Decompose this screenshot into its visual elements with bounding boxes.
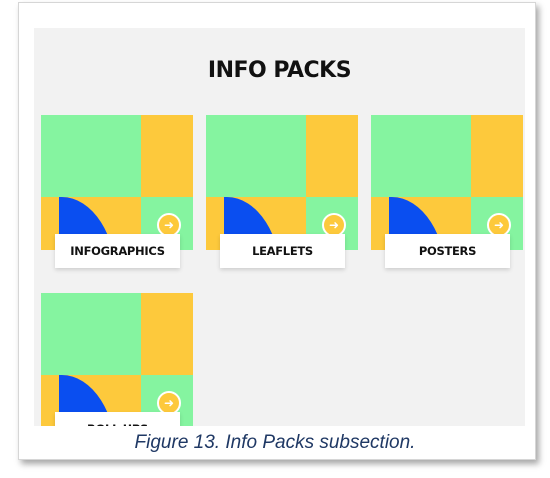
card-thumbnail: ➜ [41, 293, 193, 426]
card-label[interactable]: POSTERS [385, 234, 510, 268]
figure-caption: Figure 13. Info Packs subsection. [134, 432, 416, 453]
card-label[interactable]: ROLL UPS [55, 412, 180, 426]
info-packs-section: INFO PACKS ➜ INFOGRAPHICS ➜ LEAFLETS ➜ P… [34, 28, 525, 426]
card-thumbnail: ➜ [206, 115, 358, 250]
card-roll-ups[interactable]: ➜ ROLL UPS [41, 293, 193, 426]
card-thumbnail: ➜ [371, 115, 523, 250]
card-posters[interactable]: ➜ POSTERS [371, 115, 523, 270]
card-label[interactable]: INFOGRAPHICS [55, 234, 180, 268]
section-title: INFO PACKS [207, 58, 352, 83]
card-label[interactable]: LEAFLETS [220, 234, 345, 268]
card-thumbnail: ➜ [41, 115, 193, 250]
card-leaflets[interactable]: ➜ LEAFLETS [206, 115, 358, 270]
card-infographics[interactable]: ➜ INFOGRAPHICS [41, 115, 193, 270]
